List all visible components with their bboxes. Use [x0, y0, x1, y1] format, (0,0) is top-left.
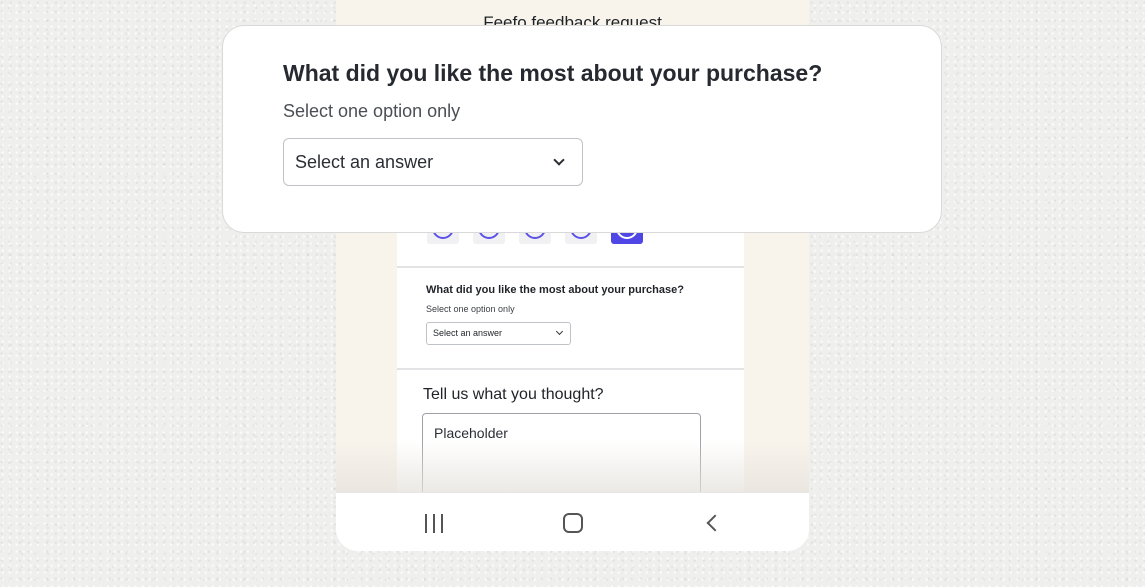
section-divider [397, 368, 744, 370]
scroll-fade [336, 440, 809, 492]
comment-title: Tell us what you thought? [423, 386, 604, 403]
mini-select-value: Select an answer [433, 328, 503, 338]
mini-answer-select[interactable]: Select an answer [426, 322, 571, 345]
section-divider [397, 266, 744, 268]
mini-question-title: What did you like the most about your pu… [426, 284, 684, 296]
android-nav-bar [336, 492, 809, 551]
answer-select[interactable]: Select an answer [283, 138, 583, 186]
question-card-zoom: What did you like the most about your pu… [222, 25, 942, 233]
mini-question-subtitle: Select one option only [426, 304, 515, 314]
recents-icon[interactable] [424, 514, 444, 534]
back-icon[interactable] [706, 514, 724, 532]
select-value: Select an answer [295, 152, 434, 172]
question-title: What did you like the most about your pu… [283, 60, 823, 86]
question-subtitle: Select one option only [283, 101, 461, 121]
chevron-down-icon [555, 327, 564, 336]
comment-placeholder: Placeholder [434, 425, 508, 441]
home-icon[interactable] [563, 513, 583, 533]
chevron-down-icon [553, 154, 565, 166]
